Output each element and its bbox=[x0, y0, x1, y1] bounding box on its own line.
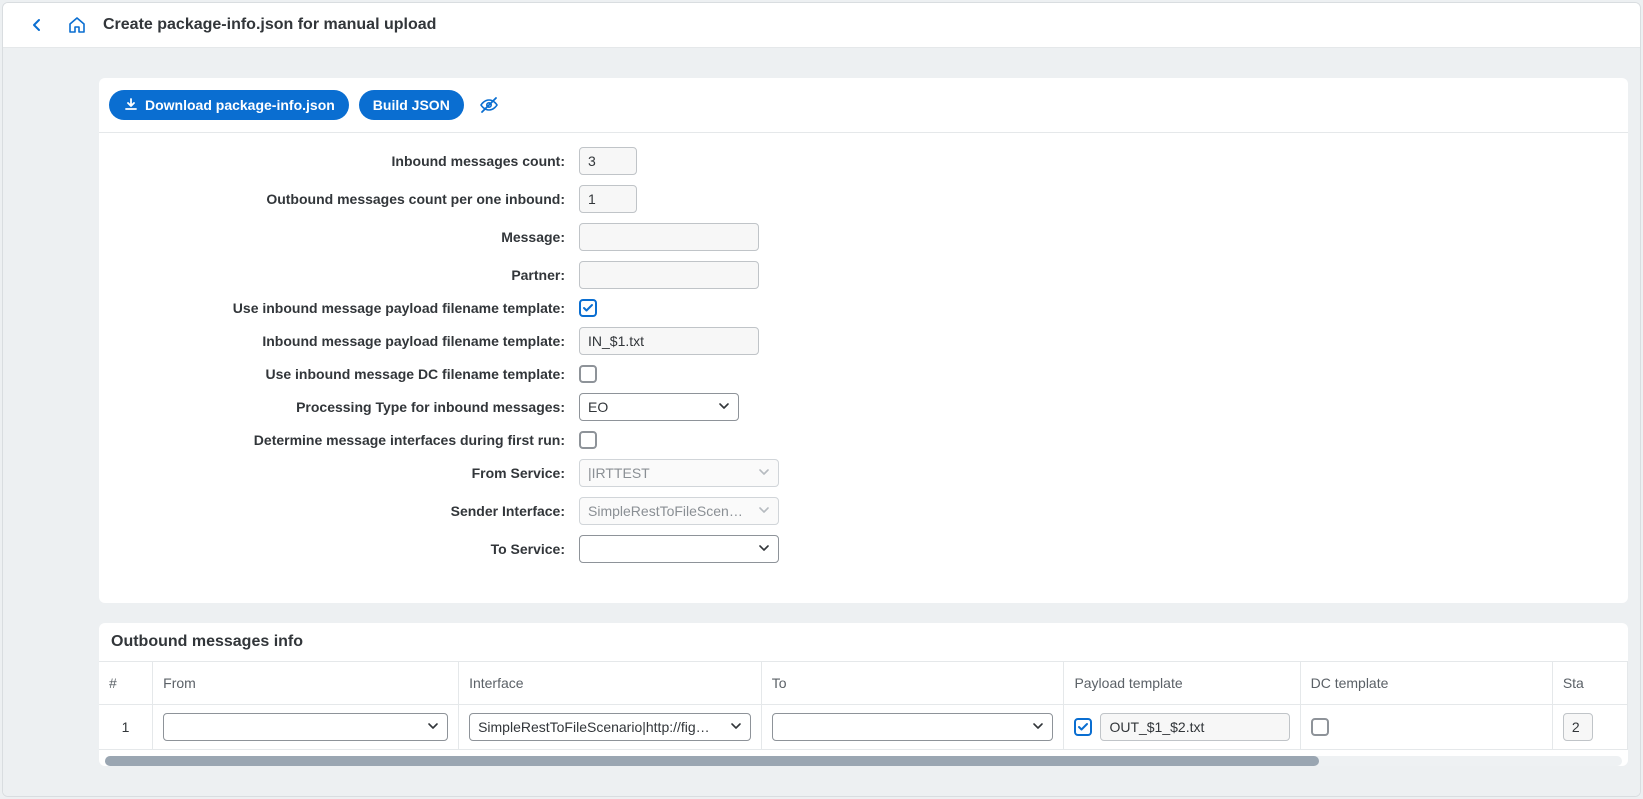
visibility-toggle-button[interactable] bbox=[474, 90, 504, 120]
input-outbound-per-inbound[interactable] bbox=[579, 185, 637, 213]
download-icon bbox=[123, 97, 139, 113]
checkbox-row-payload[interactable] bbox=[1074, 718, 1092, 736]
form-panel: Download package-info.json Build JSON In… bbox=[99, 78, 1628, 603]
select-to-service[interactable] bbox=[579, 535, 779, 563]
select-row-from[interactable] bbox=[163, 713, 448, 741]
outbound-table: # From Interface To Payload template DC … bbox=[99, 662, 1628, 750]
table-row: 1 Simple bbox=[99, 704, 1628, 749]
input-row-payload-template[interactable] bbox=[1100, 713, 1289, 741]
chevron-down-icon bbox=[718, 399, 730, 415]
chevron-left-icon bbox=[29, 17, 45, 33]
horizontal-scrollbar[interactable] bbox=[105, 756, 1622, 766]
chevron-down-icon bbox=[758, 503, 770, 519]
select-proc-type-value: EO bbox=[588, 399, 608, 415]
home-button[interactable] bbox=[63, 11, 91, 39]
col-header-interface: Interface bbox=[459, 662, 762, 704]
row-use-payload-tpl: Use inbound message payload filename tem… bbox=[119, 299, 1608, 317]
chevron-down-icon bbox=[427, 719, 439, 735]
home-icon bbox=[68, 16, 86, 34]
select-sender-interface-value: SimpleRestToFileScenar… bbox=[588, 503, 750, 519]
label-proc-type: Processing Type for inbound messages: bbox=[119, 399, 579, 415]
col-header-num: # bbox=[99, 662, 153, 704]
input-payload-tpl[interactable] bbox=[579, 327, 759, 355]
content-wrap: Download package-info.json Build JSON In… bbox=[3, 48, 1640, 796]
chevron-down-icon bbox=[1032, 719, 1044, 735]
label-message: Message: bbox=[119, 229, 579, 245]
input-message[interactable] bbox=[579, 223, 759, 251]
row-sender-interface: Sender Interface: SimpleRestToFileScenar… bbox=[119, 497, 1608, 525]
select-proc-type[interactable]: EO bbox=[579, 393, 739, 421]
checkbox-determine-first-run[interactable] bbox=[579, 431, 597, 449]
row-message: Message: bbox=[119, 223, 1608, 251]
back-button[interactable] bbox=[23, 11, 51, 39]
chevron-down-icon bbox=[758, 465, 770, 481]
label-outbound-per-inbound: Outbound messages count per one inbound: bbox=[119, 191, 579, 207]
label-to-service: To Service: bbox=[119, 541, 579, 557]
download-button-label: Download package-info.json bbox=[145, 96, 335, 114]
checkbox-use-payload-tpl[interactable] bbox=[579, 299, 597, 317]
label-sender-interface: Sender Interface: bbox=[119, 503, 579, 519]
label-determine-first-run: Determine message interfaces during firs… bbox=[119, 432, 579, 448]
col-header-to: To bbox=[761, 662, 1064, 704]
select-row-to[interactable] bbox=[772, 713, 1054, 741]
row-proc-type: Processing Type for inbound messages: EO bbox=[119, 393, 1608, 421]
row-inbound-count: Inbound messages count: bbox=[119, 147, 1608, 175]
input-inbound-count[interactable] bbox=[579, 147, 637, 175]
check-icon bbox=[582, 302, 594, 314]
col-header-payload: Payload template bbox=[1064, 662, 1300, 704]
col-header-status: Sta bbox=[1552, 662, 1627, 704]
scrollbar-thumb[interactable] bbox=[105, 756, 1319, 766]
eye-off-icon bbox=[479, 95, 499, 115]
row-payload-tpl: Inbound message payload filename templat… bbox=[119, 327, 1608, 355]
col-header-from: From bbox=[153, 662, 459, 704]
select-from-service: |IRTTEST bbox=[579, 459, 779, 487]
form-area: Inbound messages count: Outbound message… bbox=[99, 133, 1628, 603]
checkbox-use-dc-tpl[interactable] bbox=[579, 365, 597, 383]
page-title: Create package-info.json for manual uplo… bbox=[103, 16, 436, 34]
check-icon bbox=[1077, 721, 1089, 733]
cell-num: 1 bbox=[99, 704, 153, 749]
label-inbound-count: Inbound messages count: bbox=[119, 153, 579, 169]
select-row-interface[interactable]: SimpleRestToFileScenario|http://fig… bbox=[469, 713, 751, 741]
row-to-service: To Service: bbox=[119, 535, 1608, 563]
outbound-table-header-row: # From Interface To Payload template DC … bbox=[99, 662, 1628, 704]
header-bar: Create package-info.json for manual uplo… bbox=[3, 3, 1640, 48]
row-use-dc-tpl: Use inbound message DC filename template… bbox=[119, 365, 1608, 383]
outbound-panel: Outbound messages info # From Interface … bbox=[99, 623, 1628, 766]
select-row-interface-value: SimpleRestToFileScenario|http://fig… bbox=[478, 719, 710, 735]
checkbox-row-dc[interactable] bbox=[1311, 718, 1329, 736]
col-header-dc: DC template bbox=[1300, 662, 1552, 704]
label-partner: Partner: bbox=[119, 267, 579, 283]
toolbar: Download package-info.json Build JSON bbox=[99, 78, 1628, 133]
outbound-section-title: Outbound messages info bbox=[99, 623, 1628, 661]
row-determine-first-run: Determine message interfaces during firs… bbox=[119, 431, 1608, 449]
label-from-service: From Service: bbox=[119, 465, 579, 481]
row-partner: Partner: bbox=[119, 261, 1608, 289]
row-from-service: From Service: |IRTTEST bbox=[119, 459, 1608, 487]
label-use-payload-tpl: Use inbound message payload filename tem… bbox=[119, 300, 579, 316]
chevron-down-icon bbox=[758, 541, 770, 557]
row-outbound-per-inbound: Outbound messages count per one inbound: bbox=[119, 185, 1608, 213]
outbound-table-wrap: # From Interface To Payload template DC … bbox=[99, 661, 1628, 750]
select-sender-interface: SimpleRestToFileScenar… bbox=[579, 497, 779, 525]
input-row-status[interactable] bbox=[1563, 713, 1593, 741]
label-payload-tpl: Inbound message payload filename templat… bbox=[119, 333, 579, 349]
chevron-down-icon bbox=[730, 719, 742, 735]
label-use-dc-tpl: Use inbound message DC filename template… bbox=[119, 366, 579, 382]
build-json-button-label: Build JSON bbox=[373, 96, 450, 114]
input-partner[interactable] bbox=[579, 261, 759, 289]
select-from-service-value: |IRTTEST bbox=[588, 465, 650, 481]
build-json-button[interactable]: Build JSON bbox=[359, 90, 464, 120]
download-button[interactable]: Download package-info.json bbox=[109, 90, 349, 120]
app-frame: Create package-info.json for manual uplo… bbox=[2, 2, 1641, 797]
